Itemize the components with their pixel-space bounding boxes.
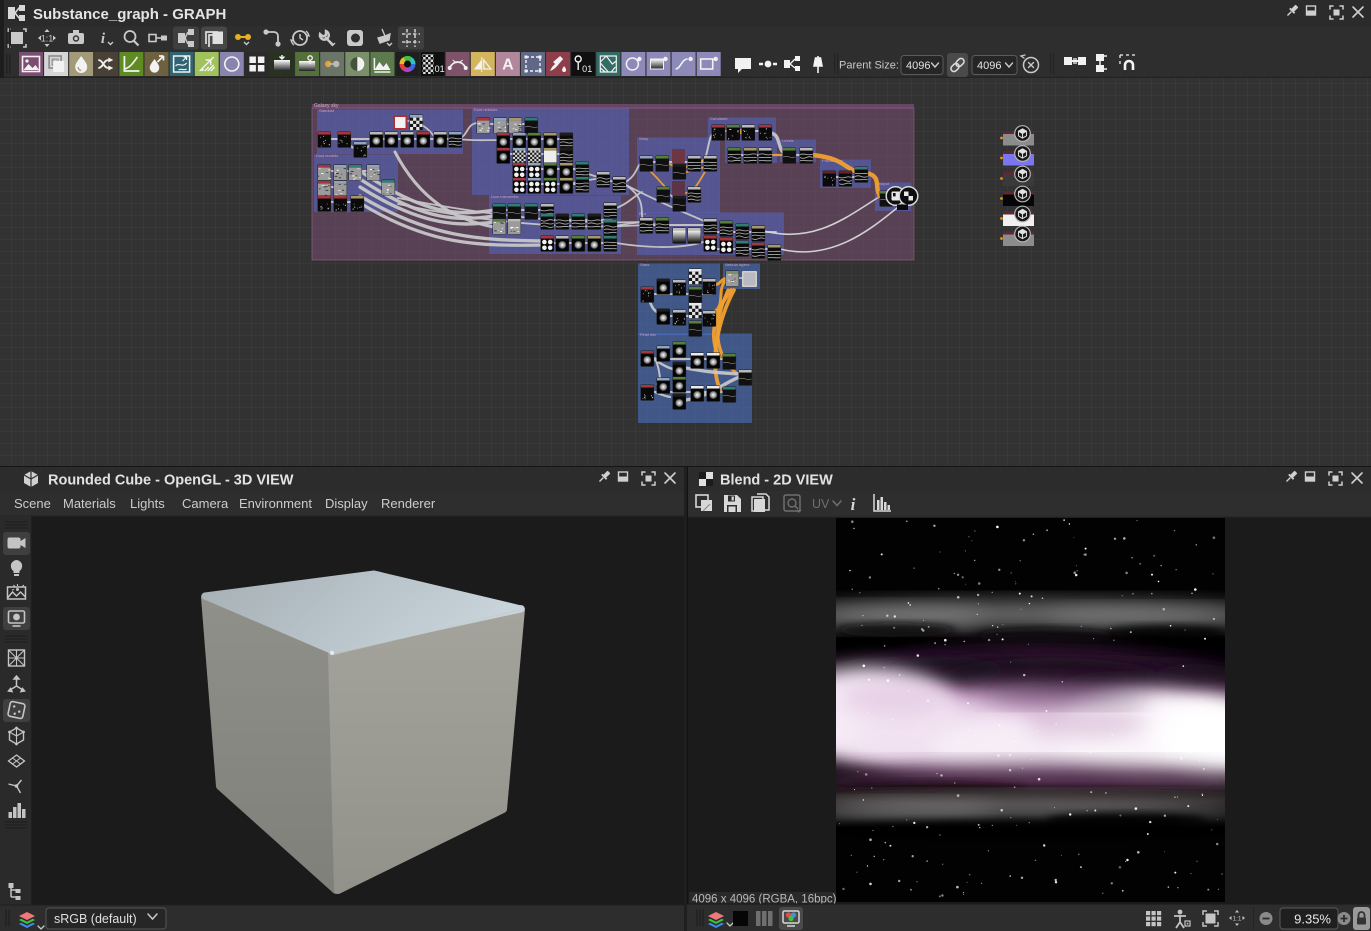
svg-text:01: 01: [582, 64, 592, 74]
svg-text:Stars: Stars: [640, 262, 649, 267]
svg-text:1:1: 1:1: [41, 34, 54, 44]
svg-text:UV: UV: [812, 497, 830, 511]
svg-text:Curvature: Curvature: [710, 116, 728, 121]
svg-text:4096: 4096: [906, 60, 930, 72]
svg-text:A: A: [502, 57, 514, 74]
svg-text:Lights: Lights: [130, 496, 165, 511]
svg-text:Substance_graph - GRAPH: Substance_graph - GRAPH: [33, 6, 226, 23]
svg-text:Parent Size:: Parent Size:: [839, 60, 899, 72]
svg-text:01: 01: [435, 64, 445, 74]
svg-text:Dust interstellar: Dust interstellar: [491, 194, 519, 199]
svg-text:Camera: Camera: [182, 496, 229, 511]
svg-text:Dust tendrils: Dust tendrils: [316, 153, 338, 158]
svg-text:Blend - 2D VIEW: Blend - 2D VIEW: [720, 473, 833, 489]
svg-text:Levels: Levels: [782, 138, 794, 143]
svg-text:Warp: Warp: [639, 136, 649, 141]
svg-text:Final mix: Final mix: [640, 332, 656, 337]
svg-text:Renderer: Renderer: [381, 496, 436, 511]
svg-text:Environment: Environment: [239, 496, 312, 511]
svg-text:Galaxy sky: Galaxy sky: [314, 103, 339, 109]
svg-text:Rounded Cube - OpenGL - 3D VIE: Rounded Cube - OpenGL - 3D VIEW: [48, 473, 294, 489]
svg-text:Scene: Scene: [14, 496, 51, 511]
svg-text:9.35%: 9.35%: [1294, 912, 1331, 927]
svg-text:4096: 4096: [977, 60, 1001, 72]
svg-text:Materials: Materials: [63, 496, 116, 511]
svg-text:Dust nebulas: Dust nebulas: [474, 107, 497, 112]
svg-text:Nebula layers: Nebula layers: [725, 262, 749, 267]
svg-text:sRGB (default): sRGB (default): [54, 912, 137, 926]
svg-text:1:1: 1:1: [1232, 916, 1241, 923]
svg-text:Display: Display: [325, 496, 368, 511]
svg-text:i: i: [851, 495, 856, 514]
